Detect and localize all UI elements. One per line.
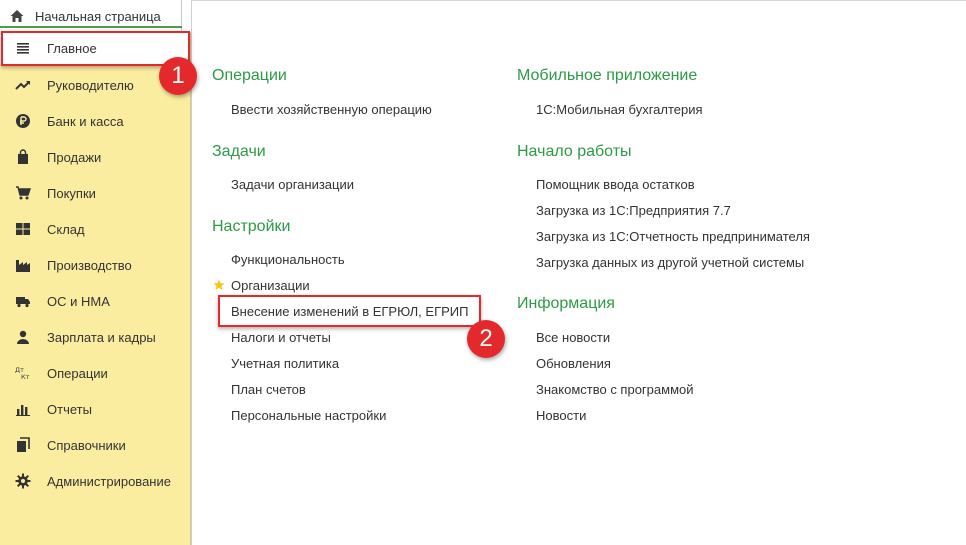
link-organizations[interactable]: Организации (231, 278, 310, 293)
sidebar: Главное Руководителю Банк и касса Продаж… (0, 32, 191, 545)
sidebar-item-label: Банк и касса (47, 113, 124, 129)
link-updates[interactable]: Обновления (536, 356, 611, 371)
sidebar-item-operations[interactable]: Дт Кт Операции (0, 357, 190, 389)
sidebar-item-bank[interactable]: Банк и касса (0, 105, 190, 137)
link-accounting-policy[interactable]: Учетная политика (231, 356, 339, 371)
link-all-news[interactable]: Все новости (536, 330, 610, 345)
section-title-tasks: Задачи (212, 143, 266, 160)
dt-kt-icon: Дт Кт (15, 365, 31, 381)
link-enter-operation[interactable]: Ввести хозяйственную операцию (231, 102, 432, 117)
books-icon (15, 437, 31, 453)
link-introduction[interactable]: Знакомство с программой (536, 382, 694, 397)
link-mobile-accounting[interactable]: 1С:Мобильная бухгалтерия (536, 102, 703, 117)
step-badge-2: 2 (467, 320, 505, 358)
sidebar-item-label: Отчеты (47, 401, 92, 417)
cart-icon (15, 185, 31, 201)
section-title-start: Начало работы (517, 143, 632, 160)
link-import-77[interactable]: Загрузка из 1С:Предприятия 7.7 (536, 203, 731, 218)
sidebar-item-administration[interactable]: Администрирование (0, 465, 190, 497)
sidebar-item-label: Склад (47, 221, 85, 237)
sidebar-item-catalogs[interactable]: Справочники (0, 429, 190, 461)
link-org-tasks[interactable]: Задачи организации (231, 177, 354, 192)
link-personal-settings[interactable]: Персональные настройки (231, 408, 386, 423)
link-import-reporting[interactable]: Загрузка из 1С:Отчетность предпринимател… (536, 229, 810, 244)
bag-icon (15, 149, 31, 165)
sidebar-item-purchases[interactable]: Покупки (0, 177, 190, 209)
active-tab-indicator (0, 26, 182, 28)
factory-icon (15, 257, 31, 273)
section-title-operations: Операции (212, 67, 287, 84)
sidebar-item-label: ОС и НМА (47, 293, 110, 309)
sidebar-item-label: Покупки (47, 185, 96, 201)
home-tab-label: Начальная страница (35, 8, 161, 24)
highlight-box-egrul (218, 295, 481, 327)
link-chart-of-accounts[interactable]: План счетов (231, 382, 306, 397)
link-balance-wizard[interactable]: Помощник ввода остатков (536, 177, 695, 192)
sidebar-item-label: Продажи (47, 149, 102, 165)
sidebar-item-label: Операции (47, 365, 108, 381)
warehouse-icon (15, 221, 31, 237)
sidebar-item-production[interactable]: Производство (0, 249, 190, 281)
sidebar-item-label: Производство (47, 257, 132, 273)
sidebar-item-sales[interactable]: Продажи (0, 141, 190, 173)
sidebar-item-label: Руководителю (47, 77, 134, 93)
highlight-box-main (1, 31, 190, 66)
top-divider (191, 0, 966, 1)
sidebar-item-reports[interactable]: Отчеты (0, 393, 190, 425)
link-import-other[interactable]: Загрузка данных из другой учетной систем… (536, 255, 804, 270)
section-title-settings: Настройки (212, 218, 291, 235)
star-icon (213, 279, 225, 290)
person-icon (15, 329, 31, 345)
ruble-icon (15, 113, 31, 129)
link-news[interactable]: Новости (536, 408, 586, 423)
step-badge-1: 1 (159, 57, 197, 95)
sidebar-item-warehouse[interactable]: Склад (0, 213, 190, 245)
sidebar-item-label: Администрирование (47, 473, 171, 489)
truck-icon (15, 293, 31, 309)
link-taxes-reports[interactable]: Налоги и отчеты (231, 330, 331, 345)
sidebar-item-label: Зарплата и кадры (47, 329, 156, 345)
link-functionality[interactable]: Функциональность (231, 252, 345, 267)
home-icon (10, 10, 24, 22)
home-tab[interactable]: Начальная страница (0, 0, 182, 32)
trend-icon (15, 77, 31, 93)
sidebar-item-fixed-assets[interactable]: ОС и НМА (0, 285, 190, 317)
gear-icon (15, 473, 31, 489)
sidebar-item-salary[interactable]: Зарплата и кадры (0, 321, 190, 353)
section-title-info: Информация (517, 295, 615, 312)
section-title-mobile: Мобильное приложение (517, 67, 698, 84)
svg-text:Кт: Кт (21, 373, 30, 381)
bar-chart-icon (15, 401, 31, 417)
sidebar-item-label: Справочники (47, 437, 126, 453)
